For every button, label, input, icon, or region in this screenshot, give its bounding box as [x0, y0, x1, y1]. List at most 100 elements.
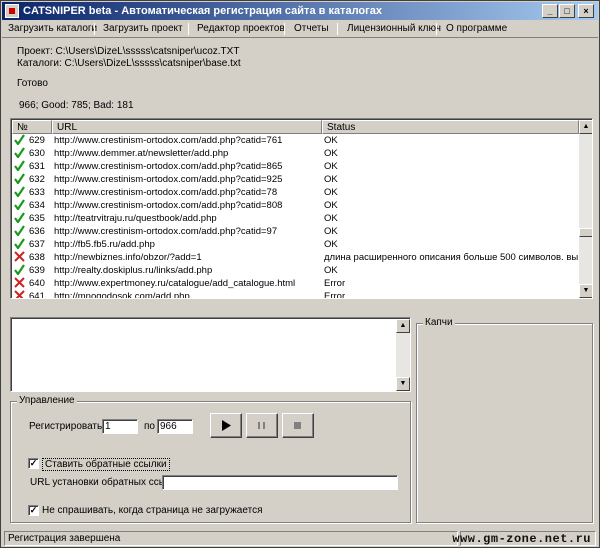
project-path: Проект: C:\Users\DizeL\sssss\catsniper\u…: [17, 46, 240, 57]
menu-bar: Загрузить каталоги Загрузить проект Реда…: [2, 20, 598, 38]
row-status: Error: [324, 278, 346, 289]
dont-ask-label[interactable]: Не спрашивать, когда страница не загружа…: [42, 505, 262, 516]
row-number-cell: 636: [14, 225, 50, 238]
menu-reports[interactable]: Отчеты: [294, 20, 329, 38]
check-icon: [14, 238, 25, 249]
table-row[interactable]: 639 http://realty.doskiplus.ru/links/add.…: [12, 264, 579, 277]
status-text: Регистрация завершена: [4, 531, 458, 546]
play-icon: [222, 420, 231, 431]
cross-icon: [14, 290, 25, 298]
results-table[interactable]: № URL Status 629 http://www.crestinism-or…: [10, 118, 593, 299]
table-row[interactable]: 640 http://www.expertmoney.ru/catalogue/a…: [12, 277, 579, 290]
row-number-cell: 631: [14, 160, 50, 173]
row-number: 629: [29, 135, 45, 146]
backlinks-checkbox[interactable]: ✓: [28, 458, 39, 469]
close-button[interactable]: ×: [578, 4, 594, 18]
stop-button[interactable]: [282, 413, 314, 438]
register-from-label: Регистрировать с: [29, 421, 110, 432]
scroll-up-icon[interactable]: ▲: [396, 319, 410, 333]
row-number: 632: [29, 174, 45, 185]
row-number-cell: 632: [14, 173, 50, 186]
row-number: 634: [29, 200, 45, 211]
row-number: 640: [29, 278, 45, 289]
menu-load-project[interactable]: Загрузить проект: [103, 20, 183, 38]
row-number-cell: 633: [14, 186, 50, 199]
row-url: http://www.crestinism-ortodox.com/add.ph…: [54, 135, 283, 146]
column-header-number[interactable]: №: [12, 120, 52, 134]
status-ready: Готово: [17, 78, 48, 89]
row-number: 635: [29, 213, 45, 224]
scroll-down-icon[interactable]: ▼: [396, 377, 410, 391]
row-url: http://www.crestinism-ortodox.com/add.ph…: [54, 174, 283, 185]
table-row[interactable]: 634 http://www.crestinism-ortodox.com/add…: [12, 199, 579, 212]
menu-about[interactable]: О программе: [446, 20, 507, 38]
scroll-down-icon[interactable]: ▼: [579, 284, 592, 298]
menu-separator: [436, 23, 437, 35]
range-to-label: по: [144, 421, 155, 432]
table-row[interactable]: 632 http://www.crestinism-ortodox.com/add…: [12, 173, 579, 186]
row-status: OK: [324, 200, 338, 211]
table-body: 629 http://www.crestinism-ortodox.com/add…: [12, 134, 579, 298]
check-icon: [14, 199, 25, 210]
dont-ask-checkbox[interactable]: ✓: [28, 505, 39, 516]
menu-separator: [284, 23, 285, 35]
log-scrollbar[interactable]: ▲ ▼: [396, 319, 410, 391]
menu-separator: [188, 23, 189, 35]
maximize-button[interactable]: □: [559, 4, 575, 18]
backlinks-label[interactable]: Ставить обратные ссылки: [42, 458, 170, 471]
cross-icon: [14, 251, 25, 262]
row-status: OK: [324, 213, 338, 224]
row-status: OK: [324, 161, 338, 172]
table-row[interactable]: 637 http://fb5.fb5.ru/add.php OK: [12, 238, 579, 251]
row-number: 631: [29, 161, 45, 172]
control-group-label: Управление: [17, 395, 77, 406]
column-header-url[interactable]: URL: [52, 120, 322, 134]
range-to-input[interactable]: 966: [157, 419, 193, 434]
check-icon: [14, 173, 25, 184]
backlink-url-input[interactable]: [162, 475, 398, 490]
window-title: CATSNIPER beta - Автоматическая регистра…: [23, 5, 382, 17]
control-group: Управление Регистрировать с 1 по 966 ✓ С…: [10, 395, 411, 523]
scroll-up-icon[interactable]: ▲: [579, 120, 592, 134]
row-status: OK: [324, 135, 338, 146]
check-icon: [14, 225, 25, 236]
column-header-status[interactable]: Status: [322, 120, 579, 134]
row-status: длина расширенного описания больше 500 с…: [324, 252, 579, 263]
menu-license-key[interactable]: Лицензионный ключ: [347, 20, 441, 38]
table-row[interactable]: 641 http://mnogodosok.com/add.php Error: [12, 290, 579, 298]
menu-project-editor[interactable]: Редактор проектов: [197, 20, 285, 38]
table-scrollbar[interactable]: ▲ ▼: [579, 120, 592, 298]
pause-button[interactable]: [246, 413, 278, 438]
row-url: http://www.crestinism-ortodox.com/add.ph…: [54, 226, 278, 237]
row-number-cell: 638: [14, 251, 50, 264]
row-number-cell: 637: [14, 238, 50, 251]
table-row[interactable]: 635 http://teatrvitraju.ru/questbook/add.…: [12, 212, 579, 225]
stop-icon: [294, 422, 301, 429]
title-bar[interactable]: CATSNIPER beta - Автоматическая регистра…: [2, 2, 598, 20]
table-row[interactable]: 631 http://www.crestinism-ortodox.com/add…: [12, 160, 579, 173]
row-number: 630: [29, 148, 45, 159]
table-row[interactable]: 629 http://www.crestinism-ortodox.com/add…: [12, 134, 579, 147]
catalogs-path: Каталоги: C:\Users\DizeL\sssss\catsniper…: [17, 58, 241, 69]
row-url: http://www.crestinism-ortodox.com/add.ph…: [54, 161, 283, 172]
table-row[interactable]: 633 http://www.crestinism-ortodox.com/add…: [12, 186, 579, 199]
scroll-thumb[interactable]: [579, 228, 592, 237]
row-url: http://www.crestinism-ortodox.com/add.ph…: [54, 187, 278, 198]
table-row[interactable]: 636 http://www.crestinism-ortodox.com/add…: [12, 225, 579, 238]
start-button[interactable]: [210, 413, 242, 438]
log-textarea[interactable]: ▲ ▼: [10, 317, 411, 392]
row-number: 633: [29, 187, 45, 198]
row-number-cell: 641: [14, 290, 50, 298]
row-number: 639: [29, 265, 45, 276]
row-number-cell: 640: [14, 277, 50, 290]
captcha-group: Капчи: [416, 317, 593, 523]
table-row[interactable]: 638 http://newbiznes.info/obzor/?add=1 дли…: [12, 251, 579, 264]
minimize-button[interactable]: _: [542, 4, 558, 18]
menu-load-catalogs[interactable]: Загрузить каталоги: [8, 20, 97, 38]
cross-icon: [14, 277, 25, 288]
menu-separator: [337, 23, 338, 35]
range-from-input[interactable]: 1: [102, 419, 138, 434]
counts-summary: 966; Good: 785; Bad: 181: [19, 100, 134, 111]
table-row[interactable]: 630 http://www.demmer.at/newsletter/add.p…: [12, 147, 579, 160]
row-url: http://www.crestinism-ortodox.com/add.ph…: [54, 200, 283, 211]
